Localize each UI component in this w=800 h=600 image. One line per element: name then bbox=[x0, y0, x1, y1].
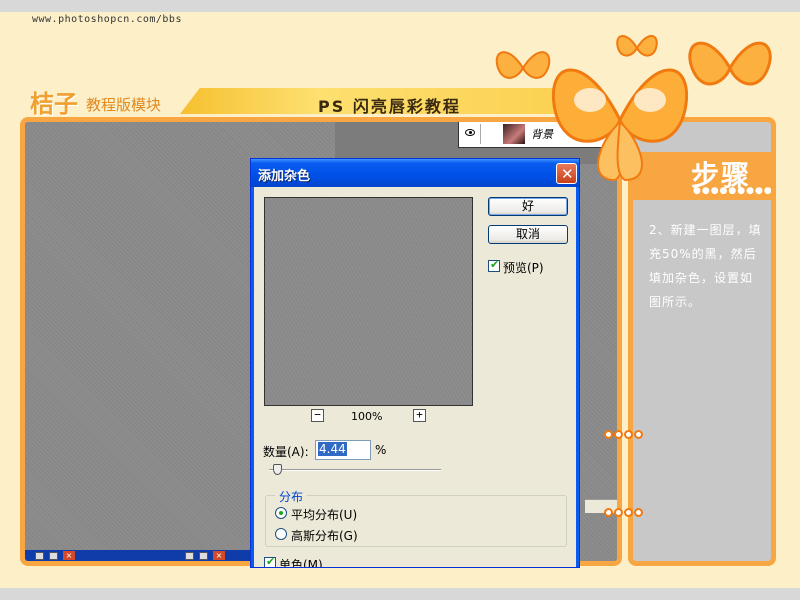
chain-ornament bbox=[604, 508, 643, 517]
monochromatic-checkbox[interactable]: ✔ bbox=[264, 555, 276, 568]
chain-ornament bbox=[604, 430, 643, 439]
bottom-band bbox=[0, 588, 800, 600]
amount-value: 4.44 bbox=[318, 442, 347, 456]
taskbar-minimize-icon[interactable] bbox=[35, 552, 44, 560]
amount-slider-track[interactable] bbox=[269, 469, 441, 471]
layer-thumbnail bbox=[503, 124, 525, 144]
ok-button[interactable]: 好 bbox=[488, 197, 568, 216]
eye-icon bbox=[465, 129, 475, 136]
amount-slider-thumb[interactable] bbox=[273, 464, 282, 475]
dialog-border-left bbox=[251, 187, 254, 567]
zoom-out-button[interactable]: − bbox=[311, 409, 324, 422]
uniform-radio[interactable] bbox=[275, 507, 287, 519]
dialog-border-right bbox=[576, 187, 579, 567]
taskbar-close-icon[interactable]: × bbox=[63, 551, 75, 560]
radio-selected-icon bbox=[279, 511, 283, 515]
preview-label[interactable]: 预览(P) bbox=[503, 259, 544, 276]
close-icon: ✕ bbox=[561, 165, 574, 183]
distribution-legend: 分布 bbox=[275, 488, 308, 505]
dialog-titlebar[interactable]: 添加杂色 ✕ bbox=[251, 159, 579, 187]
brand-name: 桔子 bbox=[30, 89, 78, 118]
amount-label: 数量(A): bbox=[263, 445, 309, 459]
gaussian-label[interactable]: 高斯分布(G) bbox=[291, 527, 358, 544]
taskbar-close-icon[interactable]: × bbox=[213, 551, 225, 560]
zoom-in-button[interactable]: + bbox=[413, 409, 426, 422]
noise-preview[interactable] bbox=[264, 197, 473, 406]
layer-visibility-toggle[interactable] bbox=[461, 124, 481, 144]
taskbar-minimize-icon[interactable] bbox=[185, 552, 194, 560]
taskbar-maximize-icon[interactable] bbox=[49, 552, 58, 560]
taskbar: × × bbox=[25, 550, 255, 561]
checkmark-icon: ✔ bbox=[266, 555, 276, 568]
butterfly-medium-icon bbox=[688, 41, 772, 86]
uniform-label[interactable]: 平均分布(U) bbox=[291, 506, 357, 523]
taskbar-maximize-icon[interactable] bbox=[199, 552, 208, 560]
site-url[interactable]: www.photoshopcn.com/bbs bbox=[32, 14, 182, 25]
step-dots: ●●●●●●●●●●● bbox=[693, 186, 773, 196]
add-noise-dialog: 添加杂色 ✕ − 100% + 好 取消 ✔ 预览(P) 数量(A): 4.44… bbox=[250, 158, 580, 568]
zoom-level: 100% bbox=[351, 410, 383, 423]
dialog-title: 添加杂色 bbox=[258, 169, 311, 184]
tutorial-title: PS 闪亮唇彩教程 bbox=[318, 97, 461, 116]
amount-input[interactable]: 4.44 bbox=[315, 440, 371, 460]
top-band bbox=[0, 0, 800, 12]
monochromatic-label[interactable]: 单色(M) bbox=[279, 556, 323, 567]
checkmark-icon: ✔ bbox=[490, 258, 500, 271]
dialog-close-button[interactable]: ✕ bbox=[556, 163, 577, 184]
preview-checkbox[interactable]: ✔ bbox=[488, 258, 500, 272]
amount-unit: % bbox=[375, 443, 387, 457]
step-description: 2、新建一图层，填充50%的黑，然后填加杂色，设置如图所示。 bbox=[649, 223, 762, 309]
brand-subtitle: 教程版模块 bbox=[86, 96, 162, 114]
gaussian-radio[interactable] bbox=[275, 528, 287, 540]
cancel-button[interactable]: 取消 bbox=[488, 225, 568, 244]
